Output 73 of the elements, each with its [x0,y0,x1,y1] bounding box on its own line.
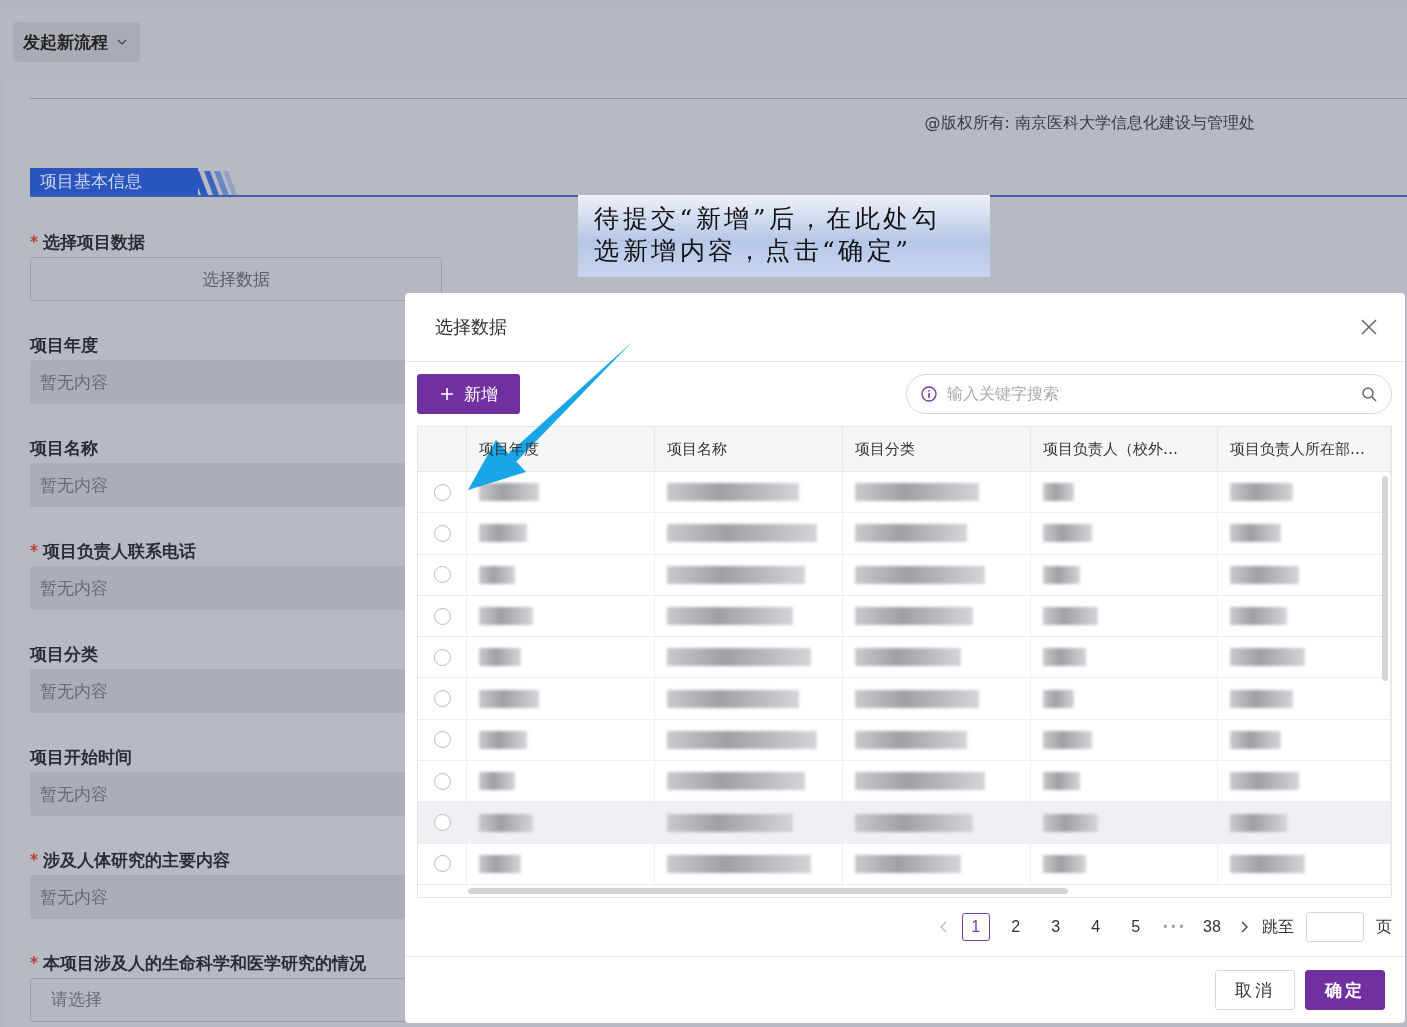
row-radio[interactable] [433,648,451,666]
blurred-text [479,607,533,626]
field-label: 涉及人体研究的主要内容 [43,849,230,871]
column-header: 项目分类 [855,439,915,459]
row-radio[interactable] [433,690,451,708]
blurred-text [479,689,539,708]
blurred-text [479,772,515,791]
blurred-text [479,813,533,832]
row-radio[interactable] [433,772,451,790]
blurred-text [1043,813,1098,832]
field-label: 本项目涉及人的生命科学和医学研究的情况 [43,952,366,974]
row-radio[interactable] [433,566,451,584]
copyright-text: @版权所有: 南京医科大学信息化建设与管理处 [924,113,1255,134]
field-label: 选择项目数据 [43,231,145,253]
blurred-text [1043,524,1092,543]
page-button[interactable]: 2 [1001,913,1030,941]
add-button[interactable]: 新增 [417,374,520,414]
row-radio[interactable] [433,731,451,749]
blurred-text [1043,772,1080,791]
blurred-text [1230,607,1287,626]
blurred-text [479,648,521,667]
row-radio[interactable] [433,483,451,501]
column-header: 项目名称 [667,439,727,459]
row-radio[interactable] [433,524,451,542]
page-label: 页 [1376,916,1392,938]
field-label: 项目名称 [30,437,98,459]
plus-icon [439,387,454,401]
blurred-text [1043,607,1098,626]
blurred-text [1043,565,1080,584]
blurred-text [1230,524,1281,543]
jump-label: 跳至 [1262,916,1294,938]
blurred-text [1230,730,1281,749]
search-icon[interactable] [1361,386,1377,402]
scrollbar-thumb[interactable] [468,888,1068,894]
page-button[interactable]: 5 [1121,913,1150,941]
close-icon[interactable] [1361,319,1377,335]
blurred-text [1043,648,1086,667]
dialog-title: 选择数据 [435,315,507,339]
blurred-text [479,730,527,749]
row-radio[interactable] [433,855,451,873]
blurred-text [1230,772,1299,791]
row-radio[interactable] [433,814,451,831]
callout-note: 待提交“新增”后，在此处勾选新增内容，点击“确定” [578,195,990,277]
new-process-dropdown[interactable]: 发起新流程 [13,22,140,62]
search-input[interactable]: 输入关键字搜索 [945,384,1353,404]
blurred-text [1230,565,1299,584]
field-label: 项目开始时间 [30,746,132,768]
blurred-text [1230,813,1287,832]
blurred-text [1043,730,1092,749]
column-header: 项目负责人所在部… [1230,439,1365,459]
blurred-text [1230,689,1293,708]
field-label: 项目负责人联系电话 [43,540,196,562]
page-button[interactable]: 3 [1041,913,1070,941]
field-label: 项目年度 [30,334,98,356]
page-button[interactable]: 4 [1081,913,1110,941]
confirm-button[interactable]: 确定 [1305,970,1385,1010]
page-button[interactable]: 38 [1198,913,1226,941]
field-label: 项目分类 [30,643,98,665]
blurred-text [479,565,515,584]
info-icon [921,386,937,402]
page-button[interactable]: 1 [961,913,990,941]
page-input[interactable] [1306,912,1364,942]
column-header: 项目负责人（校外… [1043,439,1178,459]
scrollbar-thumb[interactable] [1382,476,1388,681]
blurred-text [479,524,527,543]
blurred-text [1230,483,1293,502]
cancel-button[interactable]: 取消 [1215,970,1295,1010]
blurred-text [1043,483,1074,502]
blurred-text [1043,854,1086,873]
row-radio[interactable] [433,607,451,625]
blurred-text [1043,689,1074,708]
blurred-text [479,854,521,873]
blurred-text [479,483,539,502]
